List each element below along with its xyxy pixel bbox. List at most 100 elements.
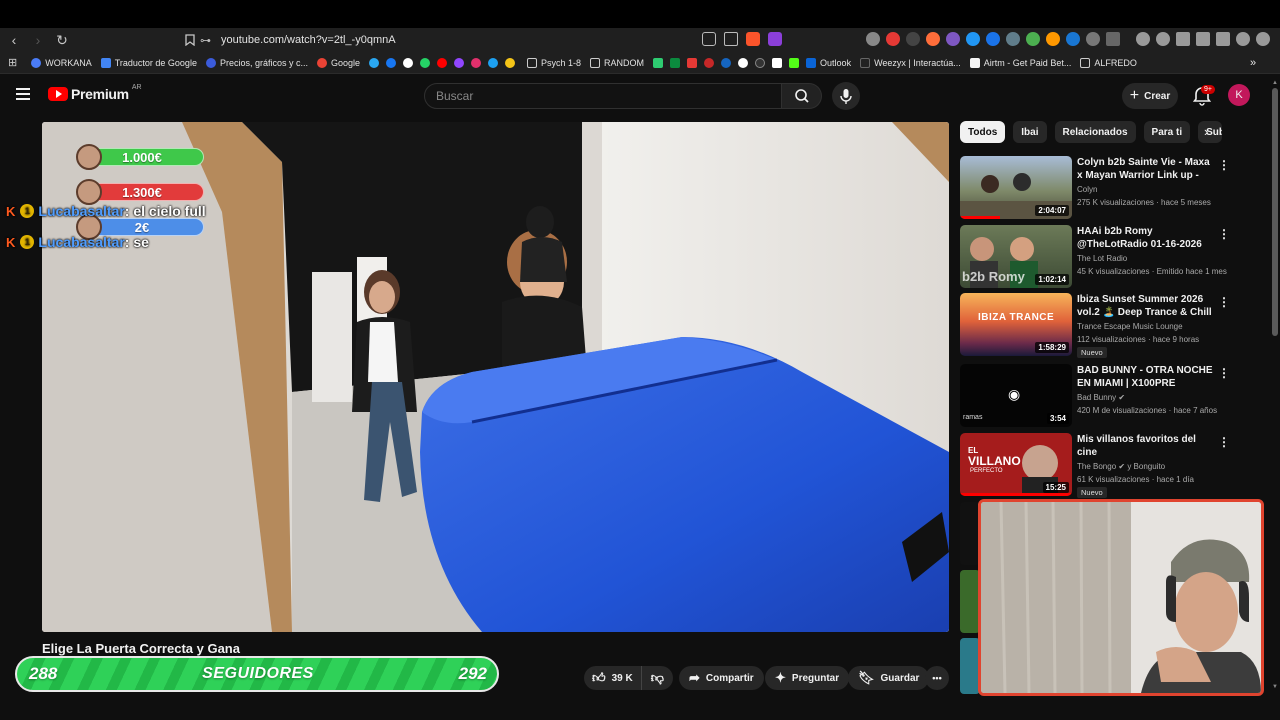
extension-icon[interactable] — [906, 32, 920, 46]
video-thumbnail[interactable] — [960, 570, 980, 633]
forward-icon[interactable]: › — [28, 30, 48, 50]
facebook-icon[interactable] — [386, 57, 397, 68]
brave-rewards-icon[interactable] — [768, 32, 782, 46]
extension-icon[interactable] — [926, 32, 940, 46]
bookmark-outlook[interactable]: Outlook — [806, 57, 851, 68]
youtube-premium-logo[interactable]: Premium AR — [48, 84, 142, 102]
more-vert-icon[interactable]: ⋮ — [1218, 295, 1230, 309]
extension-icon[interactable] — [1066, 32, 1080, 46]
recommendation-item[interactable]: 2:04:07 Colyn b2b Sainte Vie - Maxa x Ma… — [960, 156, 1270, 220]
chip-relacionados[interactable]: Relacionados — [1054, 121, 1136, 143]
extension-icon[interactable] — [986, 32, 1000, 46]
bookmark-weezyx[interactable]: Weezyx | Interactúa... — [860, 57, 961, 68]
channel-name[interactable]: The Bongo ✔ y Bonguito — [1077, 462, 1165, 471]
bookmark-folder-psych[interactable]: Psych 1-8 — [527, 57, 581, 68]
youtube-icon[interactable] — [437, 57, 448, 68]
bookmark-star-icon[interactable] — [180, 30, 200, 50]
video-title[interactable]: BAD BUNNY - OTRA NOCHE EN MIAMI | X100PR… — [1077, 364, 1217, 391]
bookmark-icon[interactable] — [505, 57, 516, 68]
like-button[interactable]: 👍︎ 39 K — [584, 666, 641, 690]
search-input[interactable]: Buscar — [424, 83, 782, 109]
bookmark-airtm[interactable]: Airtm - Get Paid Bet... — [969, 57, 1071, 68]
hamburger-menu-icon[interactable] — [16, 88, 30, 100]
bookmark-icon[interactable] — [653, 57, 664, 68]
vpn-icon[interactable] — [1256, 32, 1270, 46]
reading-list-icon[interactable] — [1176, 32, 1190, 46]
scroll-up-arrow-icon[interactable]: ▲ — [1272, 80, 1278, 86]
channel-name[interactable]: Trance Escape Music Lounge — [1077, 322, 1183, 331]
video-title[interactable]: HAAi b2b Romy @TheLotRadio 01-16-2026 — [1077, 225, 1217, 251]
video-thumbnail[interactable] — [960, 502, 980, 565]
brave-shield-icon[interactable] — [746, 32, 760, 46]
scrollbar-thumb[interactable] — [1272, 88, 1278, 336]
sidebar-icon[interactable] — [1196, 32, 1210, 46]
chip-todos[interactable]: Todos — [960, 121, 1006, 143]
bookmark-google[interactable]: Google — [316, 57, 360, 68]
bookmark-folder-alfredo[interactable]: ALFREDO — [1080, 57, 1137, 68]
account-avatar[interactable]: K — [1228, 84, 1250, 106]
bookmarks-overflow-icon[interactable]: » — [1250, 57, 1256, 69]
bookmark-icon[interactable] — [687, 57, 698, 68]
more-vert-icon[interactable]: ⋮ — [1218, 227, 1230, 241]
dislike-button[interactable]: 👎︎ — [640, 666, 673, 690]
cast-icon[interactable] — [702, 32, 716, 46]
more-vert-icon[interactable]: ⋮ — [1218, 158, 1230, 172]
download-icon[interactable] — [1136, 32, 1150, 46]
chip-para-ti[interactable]: Para ti — [1143, 121, 1191, 143]
video-thumbnail[interactable]: IBIZA TRANCE 1:58:29 — [960, 293, 1072, 356]
more-vert-icon[interactable]: ⋮ — [1218, 366, 1230, 380]
more-actions-button[interactable]: ••• — [925, 666, 949, 690]
extension-icon[interactable] — [1006, 32, 1020, 46]
recommendation-item[interactable]: IBIZA TRANCE 1:58:29 Ibiza Sunset Summer… — [960, 293, 1270, 358]
kick-icon[interactable] — [789, 57, 800, 68]
bookmark-icon[interactable] — [488, 57, 499, 68]
back-icon[interactable]: ‹ — [4, 30, 24, 50]
video-thumbnail[interactable]: b2b Romy 1:02:14 — [960, 225, 1072, 288]
video-title[interactable]: Colyn b2b Sainte Vie - Maxa x Mayan Warr… — [1077, 156, 1217, 183]
recommendation-item[interactable]: EL VILLANO PERFECTO 15:25 Mis villanos f… — [960, 433, 1270, 498]
search-button[interactable] — [782, 83, 822, 109]
bookmark-icon[interactable] — [704, 57, 715, 68]
channel-name[interactable]: Colyn — [1077, 185, 1097, 194]
wallet-icon[interactable] — [1216, 32, 1230, 46]
site-settings-icon[interactable]: ⊶ — [200, 34, 211, 47]
tiktok-icon[interactable] — [369, 57, 380, 68]
share-button[interactable]: ➦ Compartir — [679, 666, 764, 690]
video-title[interactable]: Ibiza Sunset Summer 2026 vol.2 🏝️ Deep T… — [1077, 293, 1217, 320]
bookmark-icon[interactable] — [755, 57, 766, 68]
bookmark-traductor[interactable]: Traductor de Google — [100, 57, 197, 68]
extension-icon[interactable] — [1046, 32, 1060, 46]
instagram-icon[interactable] — [471, 57, 482, 68]
bookmark-icon[interactable] — [670, 57, 681, 68]
video-thumbnail[interactable]: 2:04:07 — [960, 156, 1072, 219]
bookmark-workana[interactable]: WORKANA — [31, 57, 92, 68]
share-icon[interactable] — [724, 32, 738, 46]
bookmark-folder-random[interactable]: RANDOM — [590, 57, 644, 68]
video-player[interactable]: 1.000€ 1.300€ 2€ — [42, 122, 949, 632]
more-vert-icon[interactable]: ⋮ — [1218, 435, 1230, 449]
recommendation-item[interactable]: ◉ ramas 3:54 BAD BUNNY - OTRA NOCHE EN M… — [960, 364, 1270, 428]
tab-icon[interactable] — [1106, 32, 1120, 46]
channel-name[interactable]: Bad Bunny ✔ — [1077, 393, 1125, 402]
x-icon[interactable] — [403, 57, 414, 68]
puzzle-icon[interactable] — [1086, 32, 1100, 46]
video-title[interactable]: Mis villanos favoritos del cine — [1077, 433, 1217, 459]
media-icon[interactable] — [1156, 32, 1170, 46]
ai-icon[interactable] — [1236, 32, 1250, 46]
extension-icon[interactable] — [866, 32, 880, 46]
ask-button[interactable]: ✦ Preguntar — [765, 666, 850, 690]
menu-icon[interactable]: ⋮ — [1276, 32, 1280, 46]
create-button[interactable]: + Crear — [1122, 83, 1178, 109]
apps-icon[interactable]: ⊞ — [8, 56, 17, 69]
whatsapp-icon[interactable] — [420, 57, 431, 68]
channel-name[interactable]: The Lot Radio — [1077, 254, 1127, 263]
twitch-icon[interactable] — [454, 57, 465, 68]
video-thumbnail[interactable]: ◉ ramas 3:54 — [960, 364, 1072, 427]
chip-ibai[interactable]: Ibai — [1013, 121, 1047, 143]
bookmark-icon[interactable] — [738, 57, 749, 68]
scroll-down-arrow-icon[interactable]: ▼ — [1272, 684, 1278, 690]
bookmark-precios[interactable]: Precios, gráficos y c... — [205, 57, 308, 68]
recommendation-item[interactable]: b2b Romy 1:02:14 HAAi b2b Romy @TheLotRa… — [960, 225, 1270, 289]
save-button[interactable]: 🔖︎ Guardar — [848, 666, 930, 690]
extension-icon[interactable] — [886, 32, 900, 46]
